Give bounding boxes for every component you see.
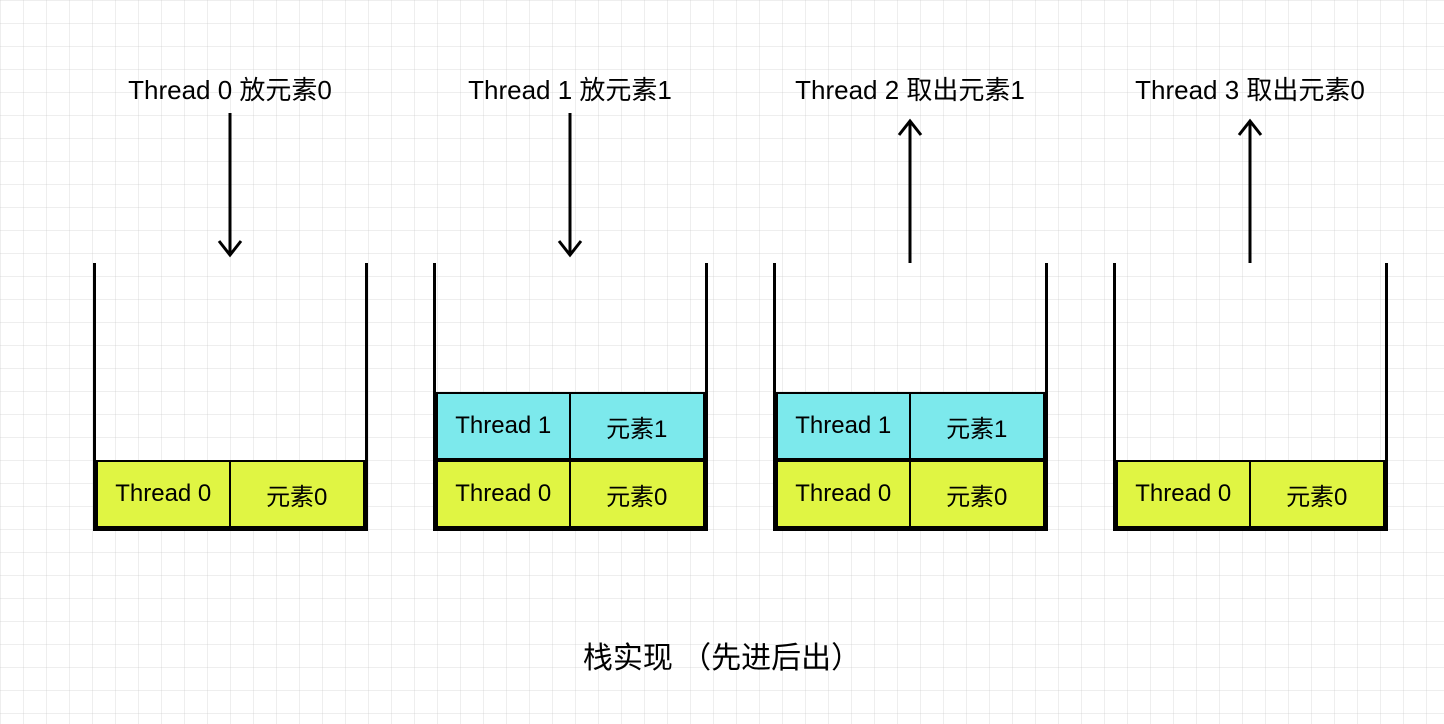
stack-2: Thread 1 元素1 Thread 0 元素0 <box>433 263 708 531</box>
cell-element: 元素1 <box>571 394 703 458</box>
cell-element: 元素0 <box>911 462 1043 526</box>
arrow-up-2 <box>1090 113 1410 263</box>
cell-element: 元素0 <box>571 462 703 526</box>
arrow-up-1 <box>750 113 1070 263</box>
cell-element: 元素1 <box>911 394 1043 458</box>
cell-thread: Thread 1 <box>778 394 912 458</box>
arrow-down-1 <box>70 113 390 263</box>
step-2-title: Thread 1 放元素1 <box>410 70 730 107</box>
stack-4-row-0: Thread 0 元素0 <box>1116 460 1385 528</box>
stack-3-row-0: Thread 0 元素0 <box>776 460 1045 528</box>
cell-thread: Thread 0 <box>438 462 572 526</box>
stack-2-row-0: Thread 0 元素0 <box>436 460 705 528</box>
arrow-up-icon <box>1235 113 1265 263</box>
arrow-down-icon <box>555 113 585 263</box>
step-1-title: Thread 0 放元素0 <box>70 70 390 107</box>
step-4: Thread 3 取出元素0 Thread 0 元素0 <box>1090 70 1410 531</box>
step-3: Thread 2 取出元素1 Thread 1 元素1 Thread 0 元素0 <box>750 70 1070 531</box>
step-3-title: Thread 2 取出元素1 <box>750 70 1070 107</box>
stack-2-row-1: Thread 1 元素1 <box>436 392 705 460</box>
stack-1: Thread 0 元素0 <box>93 263 368 531</box>
cell-thread: Thread 0 <box>778 462 912 526</box>
arrow-down-icon <box>215 113 245 263</box>
arrow-up-icon <box>895 113 925 263</box>
cell-element: 元素0 <box>1251 462 1383 526</box>
cell-thread: Thread 1 <box>438 394 572 458</box>
arrow-down-2 <box>410 113 730 263</box>
cell-element: 元素0 <box>231 462 363 526</box>
stack-3-row-1: Thread 1 元素1 <box>776 392 1045 460</box>
stack-1-row-0: Thread 0 元素0 <box>96 460 365 528</box>
stack-4: Thread 0 元素0 <box>1113 263 1388 531</box>
stack-3: Thread 1 元素1 Thread 0 元素0 <box>773 263 1048 531</box>
footer-caption: 栈实现 （先进后出） <box>0 633 1444 677</box>
step-2: Thread 1 放元素1 Thread 1 元素1 Thread 0 元素0 <box>410 70 730 531</box>
step-4-title: Thread 3 取出元素0 <box>1090 70 1410 107</box>
step-1: Thread 0 放元素0 Thread 0 元素0 <box>70 70 390 531</box>
cell-thread: Thread 0 <box>98 462 232 526</box>
stack-diagram: Thread 0 放元素0 Thread 0 元素0 Thread 1 放元素1… <box>0 0 1444 724</box>
cell-thread: Thread 0 <box>1118 462 1252 526</box>
